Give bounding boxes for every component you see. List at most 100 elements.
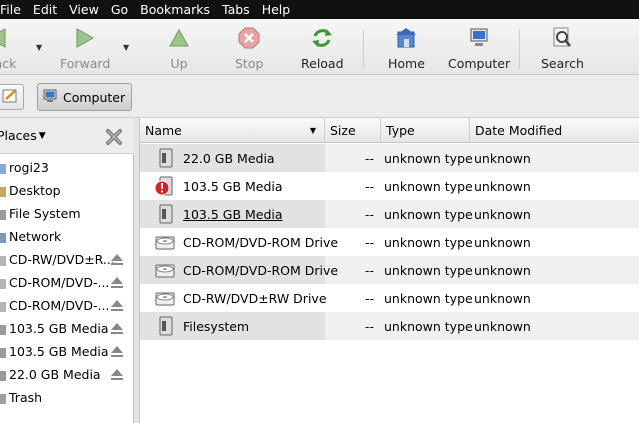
file-size: --	[365, 235, 375, 250]
sidebar-item-network[interactable]: Network	[0, 225, 134, 248]
file-list: Name ▼ Size Type Date Modified 22.0 GB M…	[140, 118, 639, 423]
sidebar-item-cd-rw-drive[interactable]: CD-RW/DVD±R...	[0, 248, 134, 271]
back-history-dropdown[interactable]: ▼	[36, 43, 42, 52]
sidebar-item-label: Desktop	[9, 183, 61, 198]
table-row[interactable]: 103.5 GB Media -- unknown type unknown	[140, 200, 639, 228]
file-size: --	[365, 151, 375, 166]
optical-drive-icon	[0, 276, 6, 290]
sidebar-item-cd-rom-drive[interactable]: CD-ROM/DVD-...	[0, 271, 134, 294]
menu-file[interactable]: File	[0, 2, 27, 17]
menu-bookmarks[interactable]: Bookmarks	[134, 2, 216, 17]
eject-icon[interactable]	[110, 299, 124, 312]
eject-icon[interactable]	[110, 253, 124, 266]
sidebar-title: Places	[0, 128, 37, 143]
sidebar-item-label: CD-ROM/DVD-...	[9, 275, 110, 290]
home-folder-icon	[0, 161, 6, 175]
sidebar-item-desktop[interactable]: Desktop	[0, 179, 134, 202]
network-icon	[0, 230, 6, 244]
column-header-type[interactable]: Type	[381, 118, 470, 143]
eject-icon[interactable]	[110, 368, 124, 381]
file-type: unknown type	[384, 291, 473, 306]
column-header-label: Size	[330, 123, 356, 138]
sidebar-item-file-system[interactable]: File System	[0, 202, 134, 225]
search-button[interactable]: Search	[541, 25, 584, 71]
optical-drive-icon	[154, 287, 176, 309]
column-header-name[interactable]: Name ▼	[140, 118, 325, 143]
eject-icon[interactable]	[110, 345, 124, 358]
desktop-icon	[0, 184, 6, 198]
sidebar-item-cd-rom-drive[interactable]: CD-ROM/DVD-...	[0, 294, 134, 317]
toolbar: Back ▼ Forward ▼ Up Stop Reload Home	[0, 19, 639, 75]
sidebar-item-media[interactable]: 103.5 GB Media	[0, 340, 134, 363]
sidebar-header: Places ▼	[0, 118, 134, 154]
name-cell: CD-ROM/DVD-ROM Drive	[140, 228, 338, 256]
menu-help[interactable]: Help	[256, 2, 297, 17]
drive-icon	[0, 207, 6, 221]
sidebar-item-trash[interactable]: Trash	[0, 386, 134, 409]
toolbar-separator	[519, 29, 520, 69]
column-header-date-modified[interactable]: Date Modified	[470, 118, 639, 143]
drive-icon	[154, 315, 176, 337]
trash-icon	[0, 391, 6, 405]
eject-icon[interactable]	[110, 276, 124, 289]
optical-drive-icon	[154, 259, 176, 281]
file-name: Filesystem	[183, 318, 250, 334]
location-edit-toggle[interactable]	[0, 84, 24, 110]
drive-icon	[154, 203, 176, 225]
home-label: Home	[388, 56, 425, 71]
column-header-size[interactable]: Size	[325, 118, 381, 143]
name-cell: 22.0 GB Media	[140, 144, 325, 172]
file-size: --	[365, 207, 375, 222]
reload-icon	[309, 25, 335, 51]
up-label: Up	[170, 56, 188, 71]
reload-button[interactable]: Reload	[301, 25, 344, 71]
menu-edit[interactable]: Edit	[27, 2, 63, 17]
drive-icon	[0, 368, 6, 382]
sidebar-item-media[interactable]: 103.5 GB Media	[0, 317, 134, 340]
file-date-modified: unknown	[474, 207, 531, 222]
menu-view[interactable]: View	[63, 2, 105, 17]
up-icon	[166, 25, 192, 51]
computer-button[interactable]: Computer	[448, 25, 510, 71]
table-row[interactable]: 22.0 GB Media -- unknown type unknown	[140, 144, 639, 172]
forward-history-dropdown[interactable]: ▼	[123, 43, 129, 52]
chevron-down-icon: ▼	[38, 130, 46, 141]
file-date-modified: unknown	[474, 235, 531, 250]
forward-button[interactable]: Forward	[60, 25, 110, 71]
home-button[interactable]: Home	[388, 25, 425, 71]
eject-icon[interactable]	[110, 322, 124, 335]
sidebar-close-button[interactable]	[104, 127, 124, 147]
table-row[interactable]: CD-RW/DVD±RW Drive -- unknown type unkno…	[140, 284, 639, 312]
table-row[interactable]: 103.5 GB Media -- unknown type unknown	[140, 172, 639, 200]
file-name: 103.5 GB Media	[183, 206, 283, 222]
name-cell: Filesystem	[140, 312, 325, 340]
file-date-modified: unknown	[474, 151, 531, 166]
table-row[interactable]: Filesystem -- unknown type unknown	[140, 312, 639, 340]
back-label: Back	[0, 56, 17, 71]
menu-tabs[interactable]: Tabs	[216, 2, 256, 17]
file-type: unknown type	[384, 179, 473, 194]
table-row[interactable]: CD-ROM/DVD-ROM Drive -- unknown type unk…	[140, 256, 639, 284]
sidebar-item-media[interactable]: 22.0 GB Media	[0, 363, 134, 386]
drive-warning-icon	[154, 175, 176, 197]
sidebar-item-label: File System	[9, 206, 81, 221]
places-list: rogi23 Desktop File System Network CD-RW…	[0, 156, 134, 409]
back-button[interactable]: Back	[0, 25, 16, 71]
file-name: CD-ROM/DVD-ROM Drive	[183, 234, 339, 250]
file-date-modified: unknown	[474, 263, 531, 278]
reload-label: Reload	[301, 56, 344, 71]
back-icon	[0, 25, 10, 51]
sidebar-item-label: 103.5 GB Media	[9, 344, 109, 359]
menu-go[interactable]: Go	[105, 2, 134, 17]
table-row[interactable]: CD-ROM/DVD-ROM Drive -- unknown type unk…	[140, 228, 639, 256]
computer-label: Computer	[448, 56, 511, 71]
sidebar-item-label: rogi23	[9, 160, 49, 175]
sidebar-item-label: 103.5 GB Media	[9, 321, 109, 336]
name-cell: CD-ROM/DVD-ROM Drive	[140, 256, 338, 284]
stop-button[interactable]: Stop	[235, 25, 263, 71]
breadcrumb-computer[interactable]: Computer	[37, 83, 133, 111]
up-button[interactable]: Up	[166, 25, 192, 71]
sidebar-type-selector[interactable]: Places ▼	[0, 128, 46, 143]
sidebar-item-home[interactable]: rogi23	[0, 156, 134, 179]
file-name: 22.0 GB Media	[183, 150, 275, 166]
